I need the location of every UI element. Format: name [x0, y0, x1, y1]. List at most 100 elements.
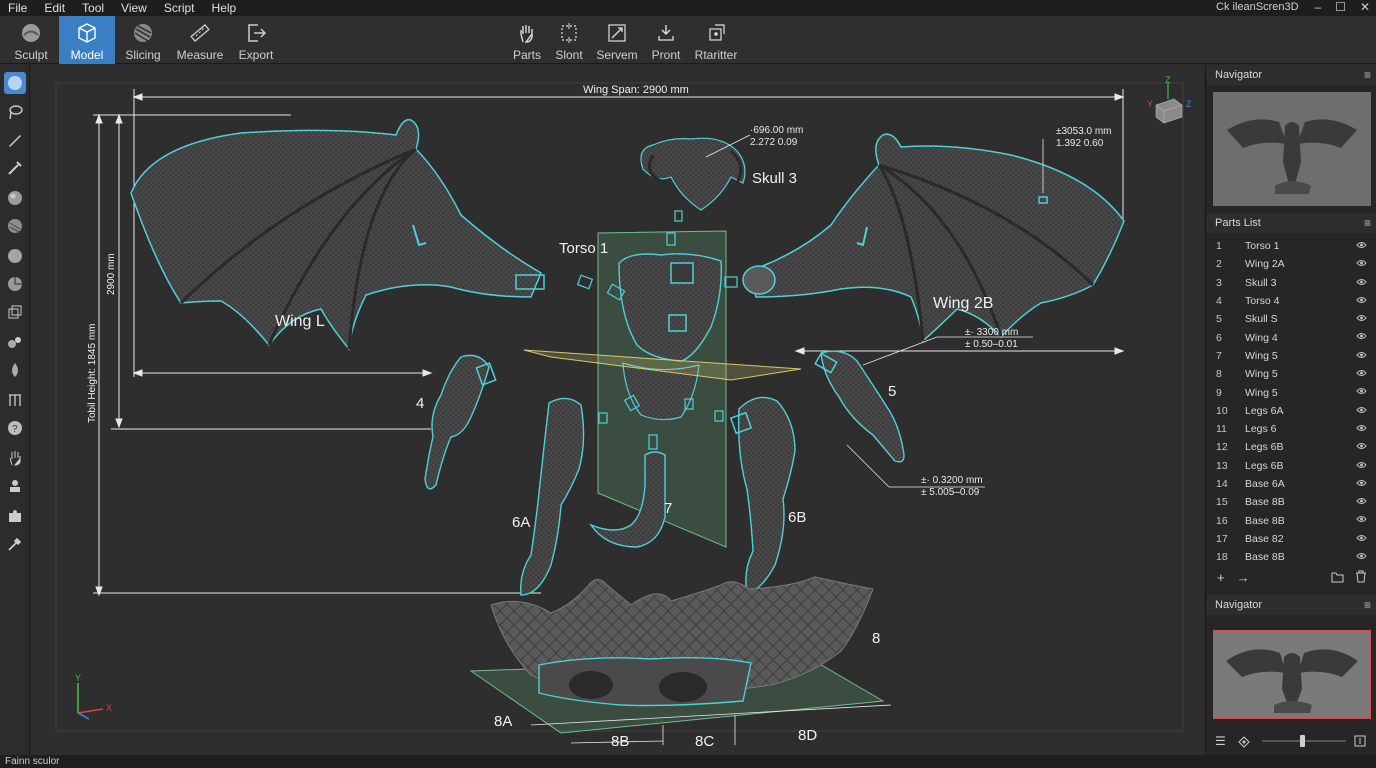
- visibility-eye-icon[interactable]: [1356, 332, 1367, 340]
- visibility-eye-icon[interactable]: [1356, 369, 1367, 377]
- visibility-eye-icon[interactable]: [1356, 461, 1367, 469]
- parts-list-item[interactable]: 18 Base 8B: [1206, 548, 1376, 563]
- view-cube-x-label: Z: [1186, 99, 1192, 109]
- pen-tool[interactable]: [4, 129, 26, 151]
- fit-view-icon[interactable]: [1354, 735, 1366, 747]
- arm-left-part[interactable]: [424, 354, 497, 490]
- parts-list-item[interactable]: 13 Legs 6B: [1206, 457, 1376, 475]
- parts-list-item[interactable]: 9 Wing 5: [1206, 383, 1376, 401]
- stamp-tool[interactable]: [4, 475, 26, 497]
- parts-list-item[interactable]: 1 Torso 1: [1206, 237, 1376, 255]
- pront-button[interactable]: Pront: [646, 16, 686, 64]
- visibility-eye-icon[interactable]: [1356, 351, 1367, 359]
- parts-list-item[interactable]: 17 Base 82: [1206, 530, 1376, 548]
- smooth-tool[interactable]: [4, 187, 26, 209]
- measure-button[interactable]: Measure: [172, 16, 228, 64]
- snake-hook-tool[interactable]: [4, 331, 26, 353]
- navigator-thumbnail[interactable]: [1213, 92, 1371, 206]
- parts-list-item[interactable]: 14 Base 6A: [1206, 475, 1376, 493]
- parts-list-item[interactable]: 6 Wing 4: [1206, 328, 1376, 346]
- parts-list-item[interactable]: 4 Torso 4: [1206, 292, 1376, 310]
- inflate-sphere-icon: [8, 249, 22, 263]
- visibility-eye-icon[interactable]: [1356, 534, 1367, 542]
- zoom-slider[interactable]: [1262, 735, 1346, 747]
- parts-list-item[interactable]: 8 Wing 5: [1206, 365, 1376, 383]
- menu-tool[interactable]: Tool: [74, 0, 113, 16]
- clay-tool[interactable]: [4, 389, 26, 411]
- parts-list-item[interactable]: 10 Legs 6A: [1206, 402, 1376, 420]
- visibility-eye-icon[interactable]: [1356, 424, 1367, 432]
- drop-tool[interactable]: [4, 359, 26, 381]
- visibility-eye-icon[interactable]: [1356, 241, 1367, 249]
- parts-list-item[interactable]: 12 Legs 6B: [1206, 438, 1376, 456]
- wing-l-label: Wing L: [275, 313, 325, 330]
- parts-list-menu-icon[interactable]: ≡: [1364, 213, 1371, 233]
- view-cube[interactable]: Z Y Z: [1147, 75, 1192, 124]
- trash-icon[interactable]: [1355, 570, 1367, 583]
- flatten-tool[interactable]: [4, 215, 26, 237]
- visibility-eye-icon[interactable]: [1356, 259, 1367, 267]
- list-view-icon[interactable]: ☰: [1215, 734, 1226, 748]
- visibility-eye-icon[interactable]: [1356, 497, 1367, 505]
- target-icon[interactable]: [1238, 736, 1250, 748]
- lasso-tool[interactable]: [4, 101, 26, 123]
- visibility-eye-icon[interactable]: [1356, 515, 1367, 523]
- visibility-eye-icon[interactable]: [1356, 552, 1367, 560]
- visibility-eye-icon[interactable]: [1356, 442, 1367, 450]
- servem-button[interactable]: Servem: [594, 16, 640, 64]
- layer-tool[interactable]: [4, 301, 26, 323]
- export-button[interactable]: Export: [232, 16, 280, 64]
- leg-left-part[interactable]: [520, 397, 585, 596]
- parts-list-item[interactable]: 16 Base 8B: [1206, 511, 1376, 529]
- folder-icon[interactable]: [1331, 571, 1344, 583]
- 3d-viewport[interactable]: Wing Span: 2900 mm Tobil Height: 1845 mm…: [31, 65, 1204, 755]
- menu-view[interactable]: View: [113, 0, 156, 16]
- sculpt-button[interactable]: Sculpt: [4, 16, 58, 64]
- parts-list-item[interactable]: 2 Wing 2A: [1206, 255, 1376, 273]
- slont-button[interactable]: Slont: [550, 16, 588, 64]
- close-button[interactable]: ✕: [1360, 0, 1370, 14]
- visibility-eye-icon[interactable]: [1356, 479, 1367, 487]
- app-title: Ck ileanScren3D: [1216, 1, 1299, 13]
- visibility-eye-icon[interactable]: [1356, 406, 1367, 414]
- visibility-eye-icon[interactable]: [1356, 387, 1367, 395]
- part-number: 2: [1216, 258, 1222, 271]
- add-part-button[interactable]: +: [1217, 570, 1225, 585]
- arm-right-part[interactable]: [814, 350, 905, 463]
- pan-tool[interactable]: [4, 447, 26, 469]
- navigator2-menu-icon[interactable]: ≡: [1364, 595, 1371, 615]
- rtaritter-button[interactable]: Rtaritter: [694, 16, 738, 64]
- eyedropper-tool[interactable]: [4, 533, 26, 555]
- model-button[interactable]: Model: [59, 16, 115, 64]
- puzzle-tool[interactable]: [4, 505, 26, 527]
- help-tool[interactable]: ?: [4, 417, 26, 439]
- parts-list-item[interactable]: 7 Wing 5: [1206, 347, 1376, 365]
- zoom-slider-handle[interactable]: [1300, 735, 1305, 747]
- menu-help[interactable]: Help: [204, 0, 246, 16]
- parts-list-item[interactable]: 3 Skull 3: [1206, 274, 1376, 292]
- menu-script[interactable]: Script: [156, 0, 204, 16]
- navigator-menu-icon[interactable]: ≡: [1364, 65, 1371, 85]
- slicing-button[interactable]: Slicing: [118, 16, 168, 64]
- knife-tool[interactable]: [4, 157, 26, 179]
- visibility-eye-icon[interactable]: [1356, 314, 1367, 322]
- visibility-eye-icon[interactable]: [1356, 296, 1367, 304]
- inflate-tool[interactable]: [4, 245, 26, 267]
- part-number: 11: [1216, 423, 1227, 436]
- leg-right-part[interactable]: [729, 396, 796, 594]
- visibility-eye-icon[interactable]: [1356, 278, 1367, 286]
- maximize-button[interactable]: ☐: [1335, 0, 1346, 14]
- skull-part[interactable]: [640, 137, 746, 222]
- menu-file[interactable]: File: [0, 0, 36, 16]
- parts-button[interactable]: Parts: [507, 16, 547, 64]
- move-part-button[interactable]: →: [1237, 570, 1250, 585]
- pinch-tool[interactable]: [4, 273, 26, 295]
- navigator2-thumbnail[interactable]: [1213, 630, 1371, 719]
- menu-edit[interactable]: Edit: [36, 0, 74, 16]
- minimize-button[interactable]: –: [1314, 0, 1321, 14]
- parts-list-item[interactable]: 5 Skull S: [1206, 310, 1376, 328]
- draw-sphere-tool[interactable]: [4, 72, 26, 94]
- parts-list-item[interactable]: 11 Legs 6: [1206, 420, 1376, 438]
- wing-left-part[interactable]: [130, 118, 545, 351]
- parts-list-item[interactable]: 15 Base 8B: [1206, 493, 1376, 511]
